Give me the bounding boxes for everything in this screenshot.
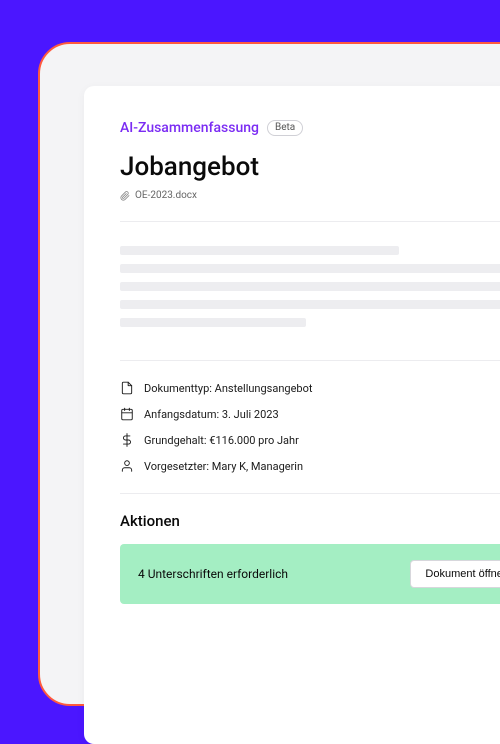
paperclip-icon — [120, 191, 130, 201]
open-document-button[interactable]: Dokument öffnen — [410, 560, 500, 588]
meta-text: Vorgesetzter: Mary K, Managerin — [144, 460, 303, 473]
beta-badge: Beta — [267, 120, 303, 136]
meta-text: Dokumenttyp: Anstellungsangebot — [144, 382, 312, 395]
meta-row-startdate: Anfangsdatum: 3. Juli 2023 — [120, 407, 500, 421]
meta-row-doctype: Dokumenttyp: Anstellungsangebot — [120, 381, 500, 395]
summary-skeleton — [120, 222, 500, 360]
attachment-row[interactable]: OE-2023.docx — [120, 190, 500, 201]
person-icon — [120, 459, 134, 473]
meta-row-supervisor: Vorgesetzter: Mary K, Managerin — [120, 459, 500, 473]
signature-banner: 4 Unterschriften erforderlich Dokument ö… — [120, 544, 500, 604]
outer-frame: AI-Zusammenfassung Beta Jobangebot OE-20… — [38, 42, 500, 706]
document-title: Jobangebot — [120, 152, 500, 182]
calendar-icon — [120, 407, 134, 421]
meta-text: Grundgehalt: €116.000 pro Jahr — [144, 434, 299, 447]
divider — [120, 493, 500, 494]
meta-text: Anfangsdatum: 3. Juli 2023 — [144, 408, 279, 421]
dollar-icon — [120, 433, 134, 447]
skeleton-line — [120, 246, 399, 255]
meta-row-salary: Grundgehalt: €116.000 pro Jahr — [120, 433, 500, 447]
metadata-block: Dokumenttyp: Anstellungsangebot Anfangsd… — [120, 361, 500, 493]
skeleton-line — [120, 282, 500, 291]
skeleton-line — [120, 318, 306, 327]
actions-title: Aktionen — [120, 512, 500, 530]
banner-text: 4 Unterschriften erforderlich — [138, 567, 288, 581]
ai-summary-label: AI-Zusammenfassung — [120, 120, 259, 136]
skeleton-line — [120, 300, 500, 309]
skeleton-line — [120, 264, 500, 273]
summary-card: AI-Zusammenfassung Beta Jobangebot OE-20… — [84, 86, 500, 744]
file-icon — [120, 381, 134, 395]
card-header: AI-Zusammenfassung Beta — [120, 120, 500, 136]
attachment-filename: OE-2023.docx — [135, 190, 197, 201]
